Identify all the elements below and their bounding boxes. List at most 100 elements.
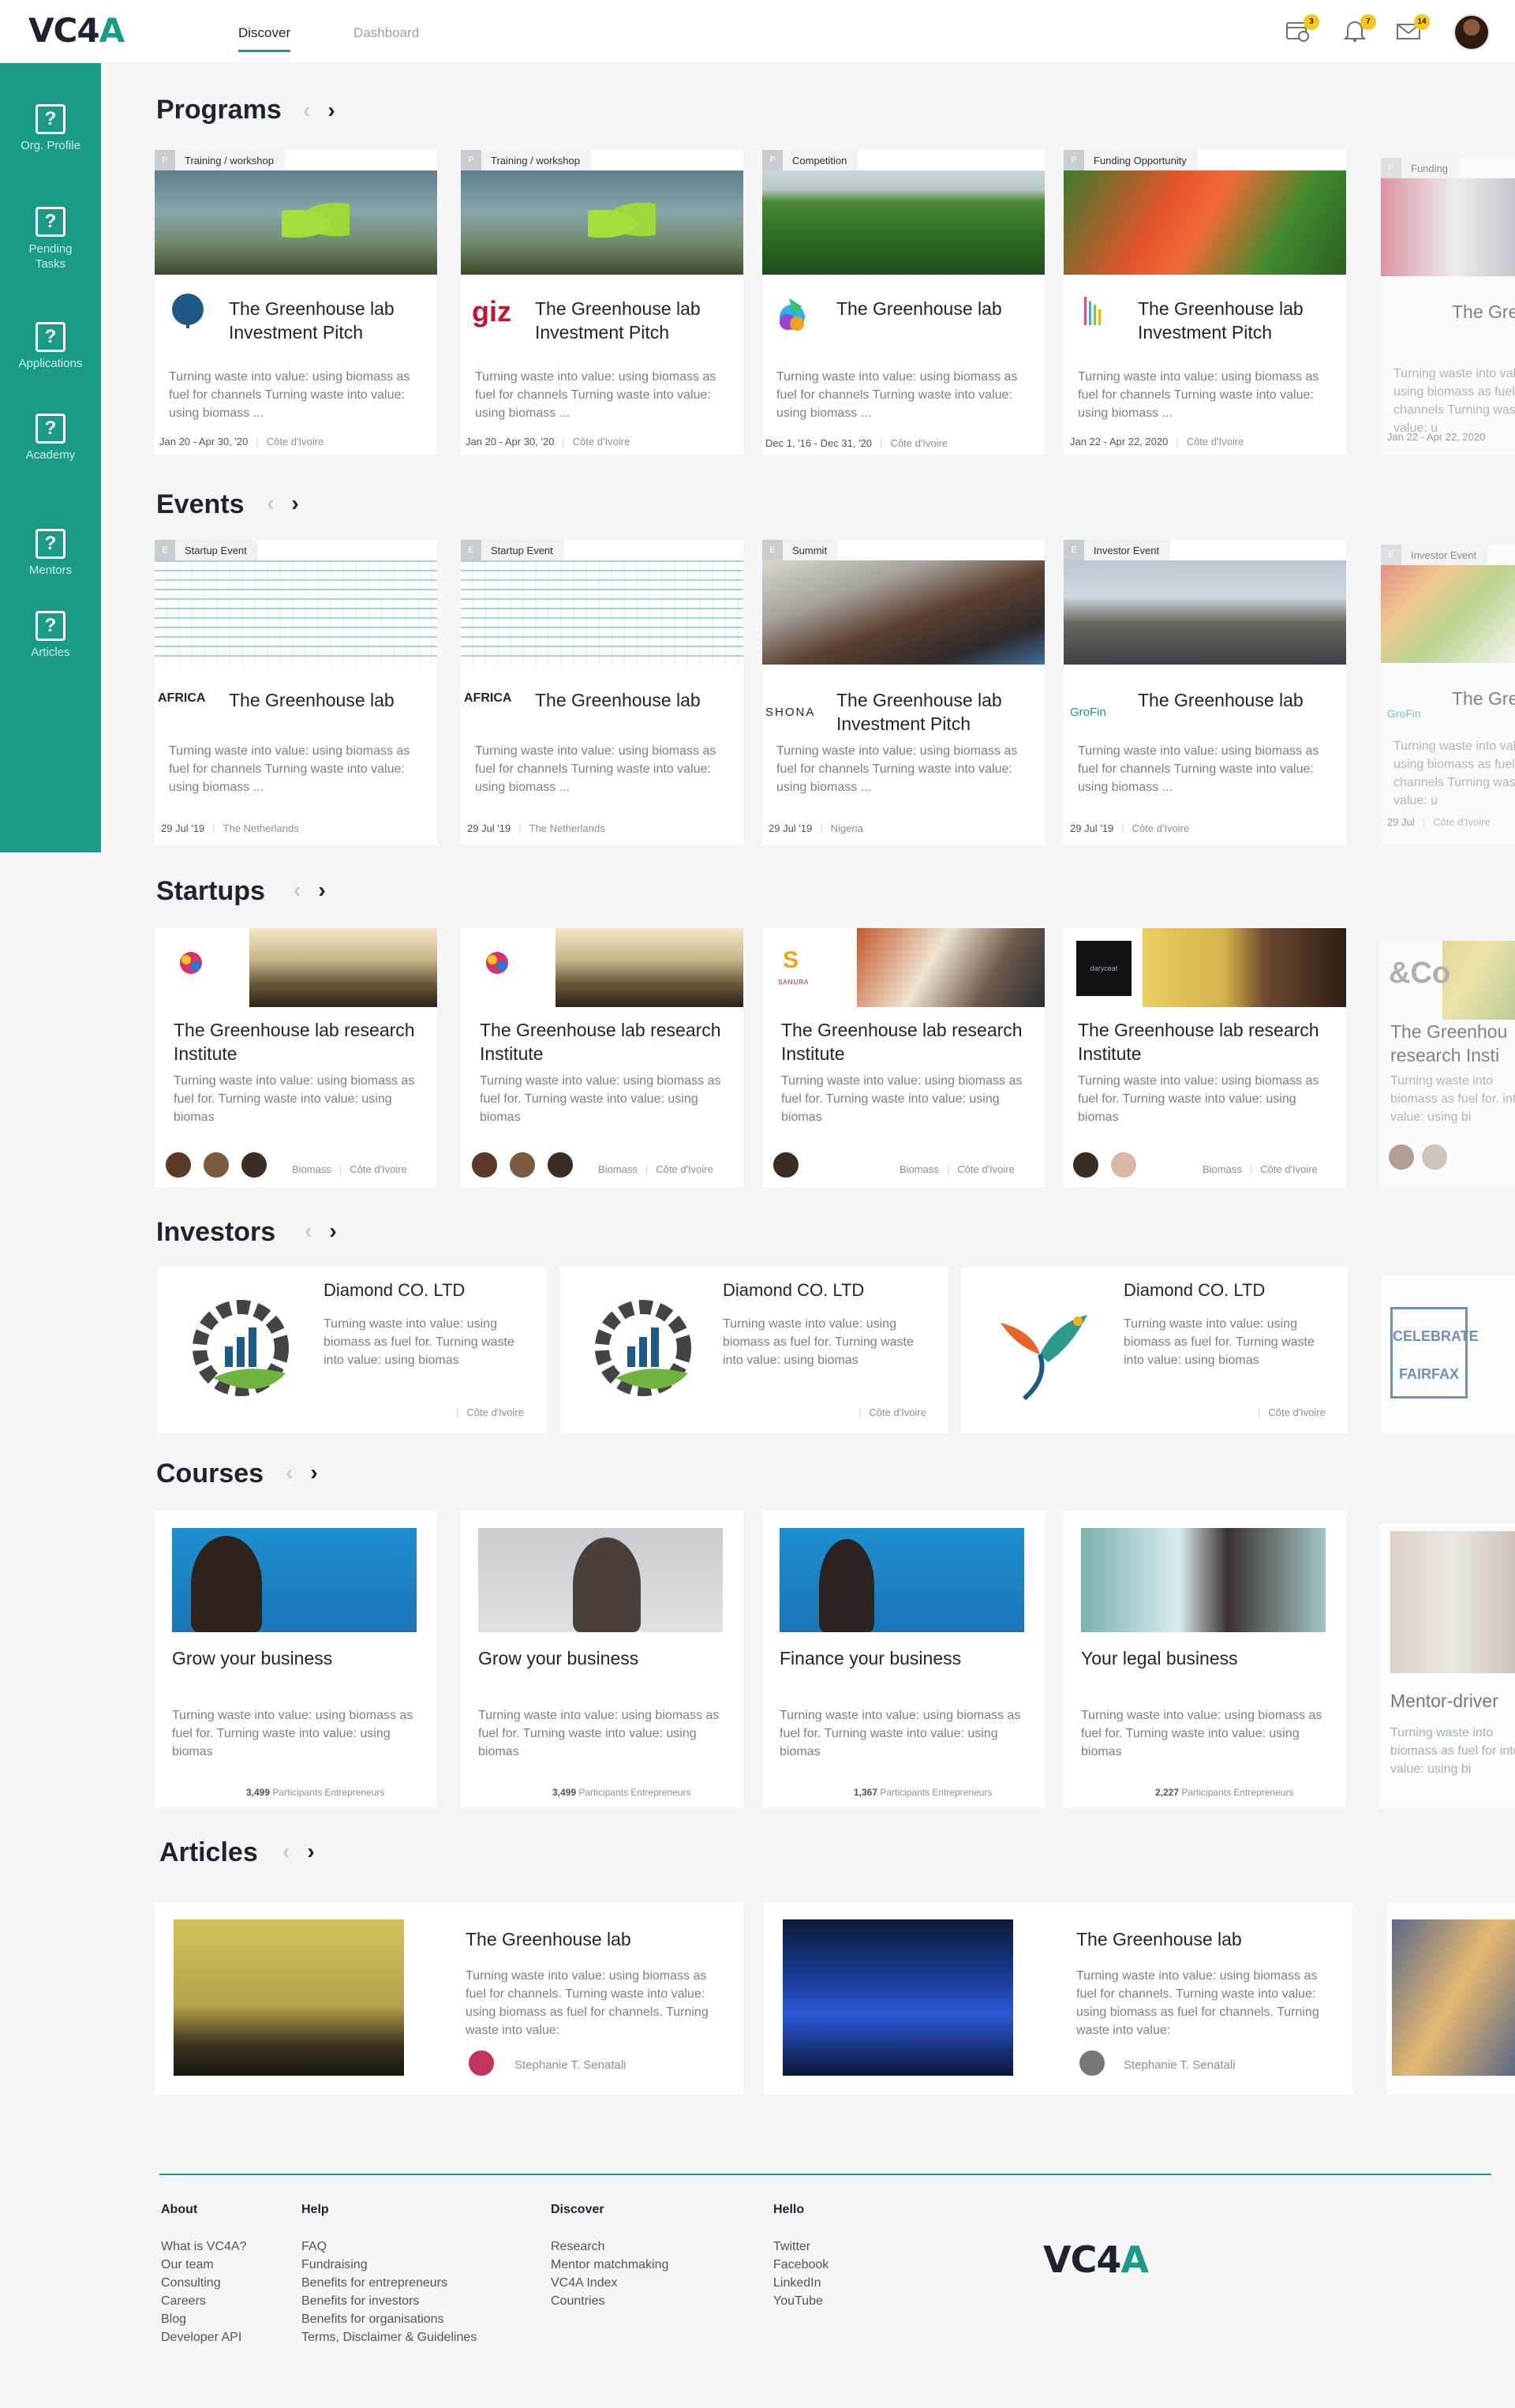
course-card[interactable]: Grow your business Turning waste into va…: [155, 1511, 437, 1807]
card-description: Turning waste into value: using biomass …: [1393, 367, 1515, 435]
arrow-left-icon[interactable]: ‹: [267, 491, 274, 515]
tab-discover[interactable]: Discover: [238, 25, 291, 52]
team-avatar[interactable]: [546, 1151, 574, 1179]
arrow-right-icon[interactable]: ›: [327, 98, 335, 122]
footer-link[interactable]: Careers: [161, 2292, 246, 2310]
footer-link[interactable]: Terms, Disclaimer & Guidelines: [301, 2328, 477, 2346]
course-card[interactable]: Mentor-driver Turning waste into biomass…: [1379, 1523, 1515, 1807]
startup-card[interactable]: The Greenhouse lab research Institute Tu…: [155, 928, 437, 1187]
team-avatar[interactable]: [1387, 1143, 1416, 1171]
article-image: [1392, 1919, 1515, 2076]
footer-link[interactable]: VC4A Index: [551, 2274, 668, 2292]
course-title: Finance your business: [780, 1648, 962, 1668]
footer-link[interactable]: What is VC4A?: [161, 2238, 246, 2256]
sidebar-item-pending-tasks[interactable]: ? Pending Tasks: [0, 207, 101, 272]
article-author[interactable]: Stephanie T. Senatali: [514, 2058, 627, 2072]
card-title: The Greenhouse lab: [836, 298, 1002, 319]
bell-icon[interactable]: 7: [1341, 14, 1376, 44]
footer-link[interactable]: Research: [551, 2238, 668, 2256]
investor-card[interactable]: Diamond CO. LTD Turning waste into value…: [961, 1268, 1348, 1433]
article-card[interactable]: The Greenhouse lab Turning waste into va…: [764, 1902, 1352, 2095]
footer-link[interactable]: Twitter: [773, 2238, 829, 2256]
footer-link[interactable]: Benefits for entrepreneurs: [301, 2274, 477, 2292]
question-icon: ?: [36, 611, 65, 641]
footer-link[interactable]: Fundraising: [301, 2256, 477, 2274]
program-card[interactable]: P Funding The Gre Turning waste into val u…: [1381, 158, 1515, 455]
sidebar-item-articles[interactable]: ? Articles: [0, 611, 101, 659]
sidebar-item-org-profile[interactable]: ? Org. Profile: [0, 104, 101, 152]
investor-card[interactable]: Diamond CO. LTD Turning waste into value…: [158, 1268, 546, 1433]
vc4a-logo[interactable]: VC4A: [28, 11, 125, 50]
team-avatar[interactable]: [772, 1151, 800, 1179]
article-card[interactable]: The Greenhouse lab Turning waste into va…: [155, 1902, 743, 2095]
investor-description: Turning waste into value: using biomass …: [1124, 1317, 1315, 1367]
calendar-icon[interactable]: 3: [1285, 14, 1319, 44]
program-tag: P Training / workshop: [155, 150, 285, 170]
event-card[interactable]: E Startup Event AFRICA The Greenhouse lab…: [155, 540, 437, 844]
footer-link[interactable]: Benefits for organisations: [301, 2310, 477, 2328]
program-card[interactable]: P Competition The Greenhouse lab Turning …: [762, 150, 1045, 455]
footer-link[interactable]: Our team: [161, 2256, 246, 2274]
footer-link[interactable]: Blog: [161, 2310, 246, 2328]
startup-card[interactable]: S SANURA The Greenhouse lab research Ins…: [762, 928, 1045, 1187]
footer-link[interactable]: Countries: [551, 2292, 668, 2310]
sidebar-item-academy[interactable]: ? Academy: [0, 414, 101, 462]
arrow-right-icon[interactable]: ›: [329, 1219, 336, 1243]
article-author[interactable]: Stephanie T. Senatali: [1124, 2058, 1236, 2072]
program-card[interactable]: P Training / workshop giz The Greenhouse …: [461, 150, 743, 455]
organisation-logo: [773, 292, 813, 336]
event-card[interactable]: E Investor Event GroFin The Greenhouse la…: [1064, 540, 1346, 844]
author-avatar[interactable]: [1078, 2049, 1106, 2077]
investor-card[interactable]: CELEBRATE FAIRFAX: [1381, 1275, 1515, 1433]
arrow-left-icon[interactable]: ‹: [294, 878, 301, 902]
user-avatar[interactable]: [1453, 14, 1490, 51]
event-card[interactable]: E Investor Event GroFin The Gre Turning w…: [1381, 545, 1515, 844]
event-card[interactable]: E Startup Event AFRICA The Greenhouse lab…: [461, 540, 743, 844]
article-card[interactable]: [1387, 1902, 1515, 2095]
sidebar-item-applications[interactable]: ? Applications: [0, 322, 101, 370]
author-avatar[interactable]: [467, 2049, 496, 2077]
program-card[interactable]: P Training / workshop The Greenhouse lab …: [155, 150, 437, 455]
footer-link[interactable]: Developer API: [161, 2328, 246, 2346]
mail-icon[interactable]: 14: [1395, 14, 1430, 44]
footer-logo[interactable]: VC4A: [1043, 2238, 1149, 2281]
arrow-right-icon[interactable]: ›: [310, 1460, 317, 1485]
arrow-left-icon[interactable]: ‹: [282, 1839, 290, 1863]
course-card[interactable]: Finance your business Turning waste into…: [762, 1511, 1045, 1807]
arrow-right-icon[interactable]: ›: [318, 878, 325, 902]
team-avatar[interactable]: [1072, 1151, 1100, 1179]
event-card[interactable]: E Summit SHONA The Greenhouse lab Investm…: [762, 540, 1045, 844]
team-avatar[interactable]: [1109, 1151, 1138, 1179]
startup-card[interactable]: daryceat The Greenhouse lab research Ins…: [1064, 928, 1346, 1187]
footer-link[interactable]: YouTube: [773, 2292, 829, 2310]
footer-link[interactable]: Mentor matchmaking: [551, 2256, 668, 2274]
team-avatar[interactable]: [470, 1151, 499, 1179]
startup-card[interactable]: &Co The Greenhou research Insti Turning …: [1379, 941, 1515, 1187]
sidebar-item-mentors[interactable]: ? Mentors: [0, 529, 101, 577]
footer-link[interactable]: FAQ: [301, 2238, 477, 2256]
startup-image: [857, 928, 1045, 1007]
team-avatar[interactable]: [1420, 1143, 1449, 1171]
arrow-left-icon[interactable]: ‹: [303, 98, 310, 122]
footer-link[interactable]: Consulting: [161, 2274, 246, 2292]
footer-link[interactable]: LinkedIn: [773, 2274, 829, 2292]
arrow-right-icon[interactable]: ›: [291, 491, 298, 515]
tab-dashboard[interactable]: Dashboard: [354, 25, 419, 41]
footer-link[interactable]: Facebook: [773, 2256, 829, 2274]
footer-link[interactable]: Benefits for investors: [301, 2292, 477, 2310]
team-avatar[interactable]: [508, 1151, 537, 1179]
course-card[interactable]: Grow your business Turning waste into va…: [461, 1511, 743, 1807]
program-card[interactable]: P Funding Opportunity The Greenhouse lab …: [1064, 150, 1346, 455]
startup-card[interactable]: The Greenhouse lab research Institute Tu…: [461, 928, 743, 1187]
livestroo-logo: [174, 949, 208, 990]
team-avatar[interactable]: [240, 1151, 268, 1179]
course-card[interactable]: Your legal business Turning waste into v…: [1064, 1511, 1346, 1807]
card-description: Turning waste into value: using biomass …: [781, 1074, 1023, 1124]
arrow-left-icon[interactable]: ‹: [305, 1219, 312, 1243]
event-tag: E Startup Event: [155, 540, 258, 560]
team-avatar[interactable]: [202, 1151, 230, 1179]
team-avatar[interactable]: [164, 1151, 193, 1179]
investor-card[interactable]: Diamond CO. LTD Turning waste into value…: [560, 1268, 948, 1433]
arrow-left-icon[interactable]: ‹: [286, 1460, 293, 1485]
arrow-right-icon[interactable]: ›: [307, 1839, 314, 1863]
